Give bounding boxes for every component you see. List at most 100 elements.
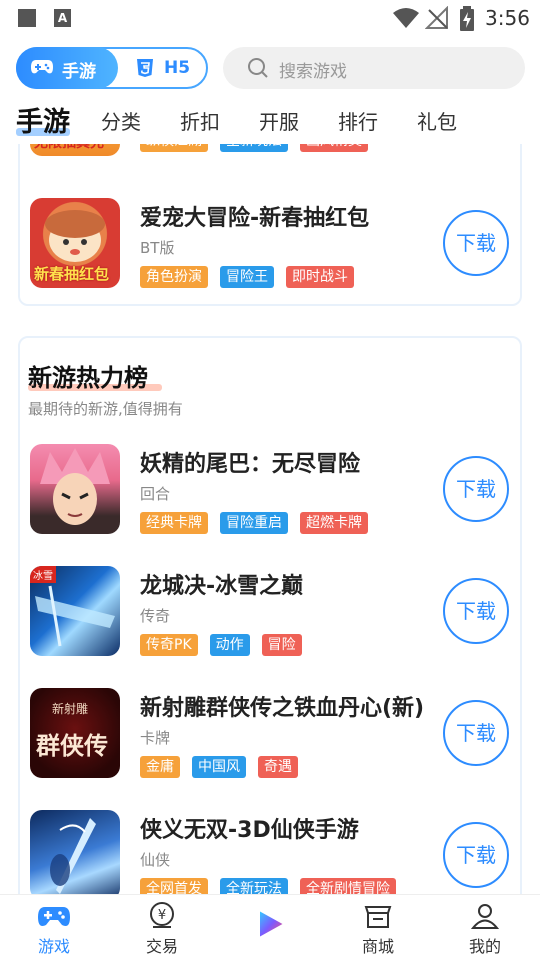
nav-store[interactable]: 商城: [343, 901, 413, 957]
segment-mobile-games[interactable]: 手游: [16, 47, 118, 89]
anime-character-icon: [40, 448, 110, 525]
game-row[interactable]: 新春抽红包 爱宠大冒险-新春抽红包 BT版 角色扮演 冒险王 即时战斗 下载: [20, 198, 524, 320]
tab-discounts[interactable]: 折扣: [180, 106, 220, 135]
game-name: 新射雕群侠传之铁血丹心(新): [140, 696, 425, 721]
store-icon: [364, 906, 392, 928]
clock-time: 3:56: [485, 6, 530, 30]
tag: 纵横江湖: [140, 144, 208, 152]
game-name: 妖精的尾巴：无尽冒险: [140, 452, 361, 477]
status-bar: A 3:56: [0, 0, 540, 36]
nav-label: 游戏: [37, 937, 70, 956]
game-list-scroll[interactable]: 无限抽真充 纵横江湖全新玩法画风精美 新春抽红包 爱宠大冒险-新春抽红包 BT版…: [0, 144, 540, 894]
tag: 冒险: [261, 634, 302, 656]
game-icon[interactable]: [30, 810, 120, 894]
tab-rankings[interactable]: 排行: [338, 106, 378, 135]
tag: 金庸: [140, 756, 180, 778]
tag: 奇遇: [258, 756, 298, 778]
profile-icon: [470, 904, 500, 929]
tag: 超燃卡牌: [300, 512, 368, 534]
no-signal-icon: [425, 6, 448, 29]
tag: 全新剧情冒险: [300, 878, 396, 894]
bottom-navigation: 游戏 ¥ 交易 商城 我的: [0, 894, 540, 960]
nav-label: 商城: [361, 937, 394, 956]
tag: 冒险王: [220, 266, 274, 288]
tag: 动作: [209, 634, 250, 656]
new-games-hot-list: 新游热力榜 最期待的新游,值得拥有 妖精的尾巴：无尽冒险 回合 经典卡牌 冒险重启…: [18, 336, 522, 894]
game-row[interactable]: 新射雕 群侠传 新射雕群侠传之铁血丹心(新) 卡牌 金庸 中国风 奇遇 下载: [20, 688, 524, 810]
tab-gift-packs[interactable]: 礼包: [417, 106, 457, 135]
search-icon: [248, 58, 268, 78]
nav-games[interactable]: 游戏: [19, 901, 89, 957]
game-genre: 仙侠: [140, 851, 171, 869]
game-icon-partial[interactable]: 无限抽真充: [30, 144, 120, 156]
tag: 传奇PK: [140, 634, 198, 656]
game-card-partial: 无限抽真充 纵横江湖 全新玩法 画风精美 新春抽红包 爱宠大冒险-新春抽红包 BT版…: [18, 144, 522, 306]
play-logo-icon: [260, 911, 283, 937]
game-tags: 全网首发 全新玩法 全新剧情冒险: [140, 878, 408, 894]
icon-caption: 群侠传: [36, 731, 108, 760]
html5-icon: [137, 59, 153, 77]
game-icon[interactable]: 新春抽红包: [30, 198, 120, 288]
download-button[interactable]: 下载: [443, 210, 509, 276]
game-row[interactable]: 侠义无双-3D仙侠手游 仙侠 全网首发 全新玩法 全新剧情冒险 下载: [20, 810, 524, 894]
tag: 角色扮演: [140, 266, 208, 288]
tab-new-servers[interactable]: 开服: [259, 106, 299, 135]
tag: 经典卡牌: [140, 512, 208, 534]
game-genre: 卡牌: [140, 729, 171, 747]
game-genre: 传奇: [140, 607, 171, 625]
tab-categories[interactable]: 分类: [101, 106, 141, 135]
segment-h5-label: H5: [164, 58, 191, 78]
section-title: 新游热力榜: [28, 364, 148, 392]
game-tags: 金庸 中国风 奇遇: [140, 756, 310, 778]
icon-caption-top: 新射雕: [52, 702, 89, 716]
notification-square-icon: [18, 9, 36, 27]
tag: 画风精美: [300, 144, 368, 152]
download-button[interactable]: 下载: [443, 456, 509, 522]
game-name: 爱宠大冒险-新春抽红包: [140, 206, 370, 231]
gamepad-icon: [31, 60, 53, 74]
download-button[interactable]: 下载: [443, 700, 509, 766]
battery-charging-icon: [460, 6, 474, 31]
game-genre: 回合: [140, 485, 171, 503]
notification-a-icon: A: [54, 9, 71, 27]
icon-corner-badge: 冰雪: [30, 566, 56, 583]
nav-label: 我的: [468, 937, 501, 956]
nav-profile[interactable]: 我的: [450, 901, 520, 957]
platform-toggle: 手游 H5: [16, 47, 208, 89]
game-icon-caption: 新春抽红包: [34, 265, 110, 283]
segment-mobile-label: 手游: [62, 62, 96, 82]
search-placeholder: 搜索游戏: [279, 62, 347, 82]
tag: 冒险重启: [220, 512, 288, 534]
game-tags: 传奇PK 动作 冒险: [140, 634, 314, 656]
tag: 全新玩法: [220, 144, 288, 152]
nav-play-center[interactable]: [235, 909, 305, 939]
game-icon[interactable]: 新射雕 群侠传: [30, 688, 120, 778]
gamepad-icon: [38, 907, 70, 926]
download-button[interactable]: 下载: [443, 822, 509, 888]
trade-icon: ¥: [150, 902, 174, 928]
game-genre: BT版: [140, 239, 175, 257]
game-name: 侠义无双-3D仙侠手游: [140, 818, 359, 843]
tab-mobile-games[interactable]: 手游: [16, 100, 70, 139]
game-tags-partial: 纵横江湖 全新玩法 画风精美: [140, 144, 380, 152]
game-icon-caption: 无限抽真充: [34, 144, 104, 152]
svg-text:¥: ¥: [158, 908, 166, 923]
xianxia-sword-icon: [50, 818, 96, 894]
tag: 即时战斗: [286, 266, 354, 288]
game-icon[interactable]: 冰雪: [30, 566, 120, 656]
game-row[interactable]: 妖精的尾巴：无尽冒险 回合 经典卡牌 冒险重启 超燃卡牌 下载: [20, 444, 524, 566]
game-row[interactable]: 冰雪 龙城决-冰雪之巅 传奇 传奇PK 动作 冒险 下载: [20, 566, 524, 688]
game-tags: 角色扮演 冒险王 即时战斗: [140, 266, 366, 288]
category-tabs: 手游 分类 折扣 开服 排行 礼包: [0, 100, 540, 144]
download-button[interactable]: 下载: [443, 578, 509, 644]
tag: 全新玩法: [220, 878, 288, 894]
nav-trade[interactable]: ¥ 交易: [127, 901, 197, 957]
search-bar[interactable]: 搜索游戏: [223, 47, 525, 89]
wifi-icon: [393, 8, 419, 28]
game-tags: 经典卡牌 冒险重启 超燃卡牌: [140, 512, 380, 534]
game-icon[interactable]: [30, 444, 120, 534]
tag: 全网首发: [140, 878, 208, 894]
tag: 中国风: [192, 756, 246, 778]
nav-label: 交易: [145, 937, 178, 956]
game-name: 龙城决-冰雪之巅: [140, 574, 304, 599]
